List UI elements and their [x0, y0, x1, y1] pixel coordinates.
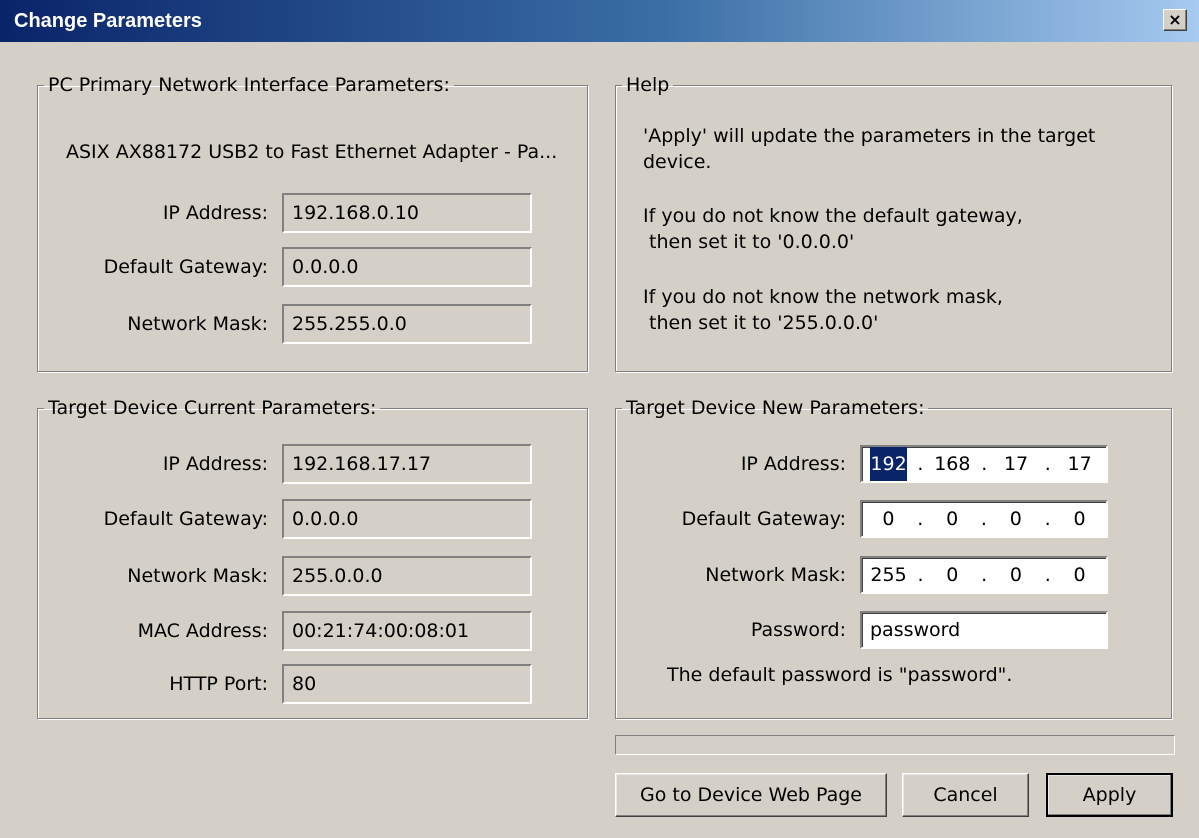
progress-bar [615, 735, 1175, 755]
octet-separator: . [917, 564, 924, 586]
new-ip-octet-3[interactable]: 17 [998, 447, 1034, 481]
new-mask-label: Network Mask: [705, 564, 846, 586]
octet-separator: . [981, 453, 988, 475]
new-ip-label: IP Address: [740, 453, 846, 475]
http-port-field: 80 [282, 664, 532, 704]
password-hint: The default password is "password". [667, 664, 1013, 686]
pc-ip-label: IP Address: [162, 202, 268, 224]
new-ip-octet-4[interactable]: 17 [1062, 447, 1098, 481]
new-ip-octet-2[interactable]: 168 [934, 447, 970, 481]
pc-ip-field: 192.168.0.10 [282, 193, 532, 233]
octet-separator: . [917, 508, 924, 530]
new-ip-octet-1[interactable]: 192 [870, 447, 907, 481]
octet-separator: . [1044, 453, 1051, 475]
pc-gateway-field: 0.0.0.0 [282, 247, 532, 287]
mac-address-label: MAC Address: [137, 620, 268, 642]
octet-separator: . [1044, 508, 1051, 530]
new-mask-octet-2[interactable]: 0 [934, 558, 970, 592]
apply-button[interactable]: Apply [1046, 773, 1173, 817]
current-mask-field: 255.0.0.0 [282, 556, 532, 596]
new-params-legend: Target Device New Parameters: [626, 397, 925, 419]
new-ip-input[interactable]: 192 . 168 . 17 . 17 [860, 445, 1108, 483]
current-params-legend: Target Device Current Parameters: [48, 397, 377, 419]
pc-mask-label: Network Mask: [127, 313, 268, 335]
current-gateway-label: Default Gateway: [103, 508, 268, 530]
current-gateway-field: 0.0.0.0 [282, 499, 532, 539]
octet-separator: . [1044, 564, 1051, 586]
window-title: Change Parameters [14, 10, 202, 32]
cancel-button[interactable]: Cancel [902, 773, 1029, 817]
new-mask-octet-3[interactable]: 0 [998, 558, 1034, 592]
password-label: Password: [750, 619, 846, 641]
help-text-mask: If you do not know the network mask, the… [643, 286, 1003, 334]
current-mask-label: Network Mask: [127, 565, 268, 587]
current-ip-field: 192.168.17.17 [282, 444, 532, 484]
mac-address-field: 00:21:74:00:08:01 [282, 611, 532, 651]
new-gateway-octet-3[interactable]: 0 [998, 502, 1034, 536]
current-ip-label: IP Address: [162, 453, 268, 475]
http-port-label: HTTP Port: [169, 673, 268, 695]
title-bar: Change Parameters × [0, 0, 1199, 42]
new-mask-octet-1[interactable]: 255 [870, 558, 906, 592]
octet-separator: . [980, 508, 987, 530]
octet-separator: . [917, 453, 924, 475]
close-button[interactable]: × [1163, 9, 1187, 31]
password-input[interactable]: password [860, 611, 1108, 649]
help-text-apply: 'Apply' will update the parameters in th… [643, 125, 1096, 173]
pc-gateway-label: Default Gateway: [103, 256, 268, 278]
pc-network-legend: PC Primary Network Interface Parameters: [48, 74, 450, 96]
go-to-device-web-page-button[interactable]: Go to Device Web Page [615, 773, 887, 817]
adapter-name: ASIX AX88172 USB2 to Fast Ethernet Adapt… [66, 141, 558, 163]
new-gateway-label: Default Gateway: [681, 508, 846, 530]
close-icon: × [1168, 10, 1182, 29]
help-legend: Help [626, 74, 670, 96]
help-text-gateway: If you do not know the default gateway, … [643, 205, 1023, 253]
pc-mask-field: 255.255.0.0 [282, 304, 532, 344]
new-gateway-octet-4[interactable]: 0 [1061, 502, 1097, 536]
new-mask-octet-4[interactable]: 0 [1062, 558, 1098, 592]
octet-separator: . [981, 564, 988, 586]
new-gateway-octet-1[interactable]: 0 [870, 502, 906, 536]
new-gateway-input[interactable]: 0 . 0 . 0 . 0 [860, 500, 1108, 538]
new-gateway-octet-2[interactable]: 0 [934, 502, 970, 536]
new-mask-input[interactable]: 255 . 0 . 0 . 0 [860, 556, 1108, 594]
